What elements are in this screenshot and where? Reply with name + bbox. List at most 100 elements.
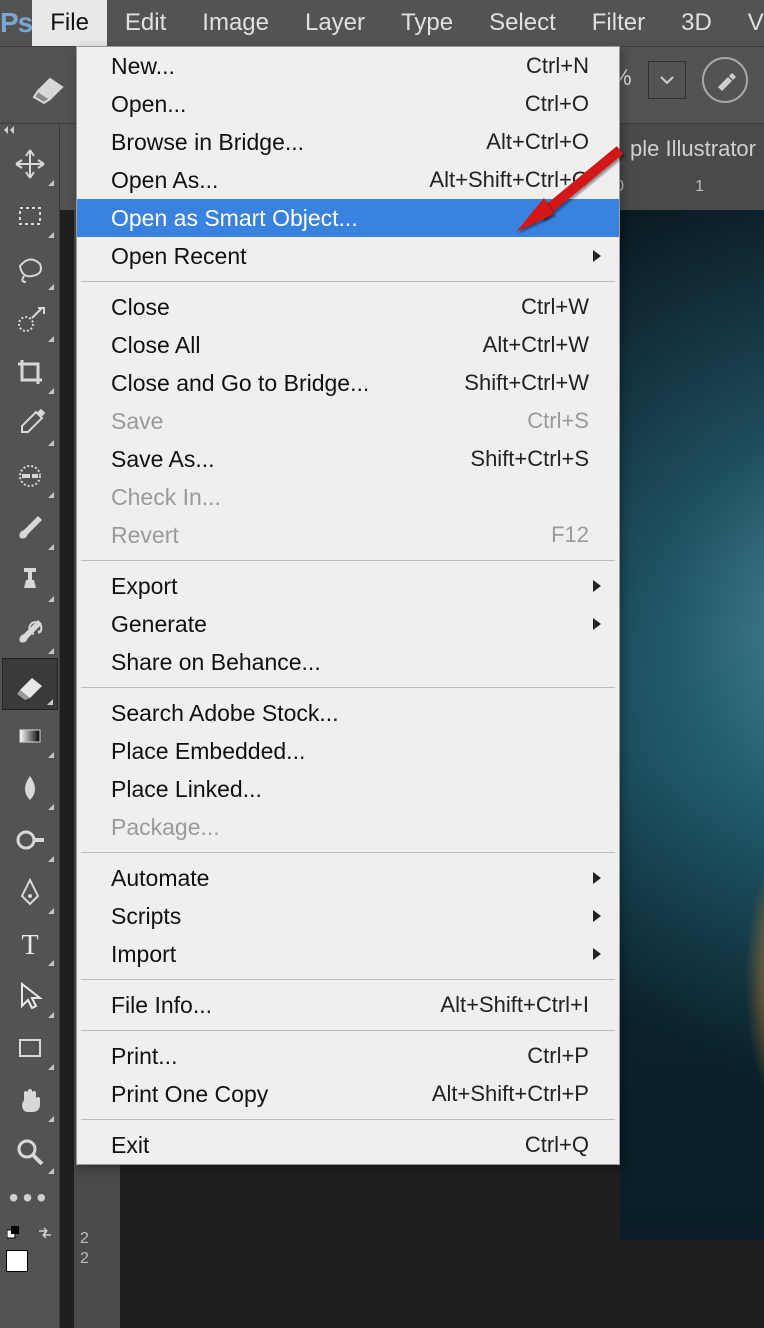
blur-tool[interactable] bbox=[2, 762, 58, 814]
menu-item-label: Place Embedded... bbox=[111, 738, 589, 765]
menu-item-open-recent[interactable]: Open Recent bbox=[77, 237, 619, 275]
document-tab-label: ple Illustrator bbox=[630, 136, 756, 162]
type-tool[interactable]: T bbox=[2, 918, 58, 970]
eyedropper-tool[interactable] bbox=[2, 398, 58, 450]
marquee-tool[interactable] bbox=[2, 190, 58, 242]
menu-item-generate[interactable]: Generate bbox=[77, 605, 619, 643]
hand-tool[interactable] bbox=[2, 1074, 58, 1126]
menu-item-revert: RevertF12 bbox=[77, 516, 619, 554]
pen-tool[interactable] bbox=[2, 866, 58, 918]
brush-tool[interactable] bbox=[2, 502, 58, 554]
menu-item-label: Close and Go to Bridge... bbox=[111, 370, 464, 397]
menu-item-label: Open... bbox=[111, 91, 525, 118]
menu-item-close-all[interactable]: Close AllAlt+Ctrl+W bbox=[77, 326, 619, 364]
menu-image[interactable]: Image bbox=[184, 0, 287, 46]
menu-select[interactable]: Select bbox=[471, 0, 574, 46]
eraser-tool[interactable] bbox=[2, 658, 58, 710]
menu-item-shortcut: Shift+Ctrl+S bbox=[470, 446, 589, 472]
pressure-opacity-toggle[interactable] bbox=[702, 57, 748, 103]
menu-item-open-as[interactable]: Open As...Alt+Shift+Ctrl+O bbox=[77, 161, 619, 199]
default-colors-icon[interactable] bbox=[7, 1226, 21, 1240]
path-select-tool[interactable] bbox=[2, 970, 58, 1022]
menu-item-label: File Info... bbox=[111, 992, 440, 1019]
menu-item-label: Package... bbox=[111, 814, 589, 841]
menu-item-export[interactable]: Export bbox=[77, 567, 619, 605]
menu-type[interactable]: Type bbox=[383, 0, 471, 46]
zoom-tool[interactable] bbox=[2, 1126, 58, 1178]
menu-item-shortcut: Alt+Shift+Ctrl+I bbox=[440, 992, 589, 1018]
edit-toolbar-button[interactable]: ••• bbox=[0, 1178, 59, 1218]
menu-view[interactable]: View bbox=[730, 0, 764, 46]
menu-item-browse-in-bridge[interactable]: Browse in Bridge...Alt+Ctrl+O bbox=[77, 123, 619, 161]
toolbar-flyout-toggle[interactable] bbox=[0, 124, 59, 138]
gradient-tool[interactable] bbox=[2, 710, 58, 762]
menu-item-check-in: Check In... bbox=[77, 478, 619, 516]
menu-layer[interactable]: Layer bbox=[287, 0, 383, 46]
menu-item-close[interactable]: CloseCtrl+W bbox=[77, 288, 619, 326]
menu-item-shortcut: F12 bbox=[551, 522, 589, 548]
app-logo: Ps bbox=[0, 0, 32, 46]
file-menu-dropdown: New...Ctrl+NOpen...Ctrl+OBrowse in Bridg… bbox=[76, 46, 620, 1165]
menu-file[interactable]: File bbox=[32, 0, 107, 46]
menu-item-label: Print One Copy bbox=[111, 1081, 432, 1108]
menu-item-print[interactable]: Print...Ctrl+P bbox=[77, 1037, 619, 1075]
menu-separator bbox=[81, 979, 615, 980]
tools-panel: T ••• bbox=[0, 124, 60, 1328]
menu-item-package: Package... bbox=[77, 808, 619, 846]
ruler-tick: 2 bbox=[80, 1230, 89, 1248]
menu-item-label: Export bbox=[111, 573, 589, 600]
rectangle-shape-tool[interactable] bbox=[2, 1022, 58, 1074]
ruler-tick: 1 bbox=[695, 178, 704, 196]
foreground-color-swatch[interactable] bbox=[6, 1250, 28, 1272]
lasso-tool[interactable] bbox=[2, 242, 58, 294]
menu-item-label: Import bbox=[111, 941, 589, 968]
menu-item-open-as-smart-object[interactable]: Open as Smart Object... bbox=[77, 199, 619, 237]
quick-select-tool[interactable] bbox=[2, 294, 58, 346]
menu-item-share-on-behance[interactable]: Share on Behance... bbox=[77, 643, 619, 681]
menu-item-print-one-copy[interactable]: Print One CopyAlt+Shift+Ctrl+P bbox=[77, 1075, 619, 1113]
ruler-tick: 2 bbox=[80, 1250, 89, 1268]
tool-preset-icon[interactable] bbox=[30, 65, 70, 105]
healing-brush-tool[interactable] bbox=[2, 450, 58, 502]
menu-item-automate[interactable]: Automate bbox=[77, 859, 619, 897]
menu-item-close-and-go-to-bridge[interactable]: Close and Go to Bridge...Shift+Ctrl+W bbox=[77, 364, 619, 402]
move-tool[interactable] bbox=[2, 138, 58, 190]
menu-item-new[interactable]: New...Ctrl+N bbox=[77, 47, 619, 85]
menu-item-search-adobe-stock[interactable]: Search Adobe Stock... bbox=[77, 694, 619, 732]
menu-item-save-as[interactable]: Save As...Shift+Ctrl+S bbox=[77, 440, 619, 478]
submenu-arrow-icon bbox=[593, 948, 601, 960]
menu-separator bbox=[81, 1119, 615, 1120]
menu-item-place-embedded[interactable]: Place Embedded... bbox=[77, 732, 619, 770]
menu-item-label: Scripts bbox=[111, 903, 589, 930]
clone-stamp-tool[interactable] bbox=[2, 554, 58, 606]
menu-edit[interactable]: Edit bbox=[107, 0, 184, 46]
menu-item-place-linked[interactable]: Place Linked... bbox=[77, 770, 619, 808]
menu-item-label: Browse in Bridge... bbox=[111, 129, 486, 156]
menu-item-scripts[interactable]: Scripts bbox=[77, 897, 619, 935]
menu-item-file-info[interactable]: File Info...Alt+Shift+Ctrl+I bbox=[77, 986, 619, 1024]
menu-item-label: Close All bbox=[111, 332, 483, 359]
dodge-tool[interactable] bbox=[2, 814, 58, 866]
menu-item-shortcut: Ctrl+Q bbox=[525, 1132, 589, 1158]
menu-item-label: Exit bbox=[111, 1132, 525, 1159]
menu-filter[interactable]: Filter bbox=[574, 0, 663, 46]
menu-separator bbox=[81, 560, 615, 561]
menu-item-import[interactable]: Import bbox=[77, 935, 619, 973]
menu-item-label: Check In... bbox=[111, 484, 589, 511]
menu-separator bbox=[81, 687, 615, 688]
opacity-dropdown[interactable] bbox=[648, 61, 686, 99]
menu-item-label: Save As... bbox=[111, 446, 470, 473]
menu-item-label: Generate bbox=[111, 611, 589, 638]
menu-separator bbox=[81, 1030, 615, 1031]
menu-item-shortcut: Ctrl+N bbox=[526, 53, 589, 79]
menu-3d[interactable]: 3D bbox=[663, 0, 730, 46]
menu-item-exit[interactable]: ExitCtrl+Q bbox=[77, 1126, 619, 1164]
crop-tool[interactable] bbox=[2, 346, 58, 398]
menu-item-open[interactable]: Open...Ctrl+O bbox=[77, 85, 619, 123]
submenu-arrow-icon bbox=[593, 872, 601, 884]
menu-item-label: Open as Smart Object... bbox=[111, 205, 589, 232]
menu-item-label: Share on Behance... bbox=[111, 649, 589, 676]
menu-item-label: Automate bbox=[111, 865, 589, 892]
history-brush-tool[interactable] bbox=[2, 606, 58, 658]
swap-colors-icon[interactable] bbox=[37, 1225, 53, 1241]
